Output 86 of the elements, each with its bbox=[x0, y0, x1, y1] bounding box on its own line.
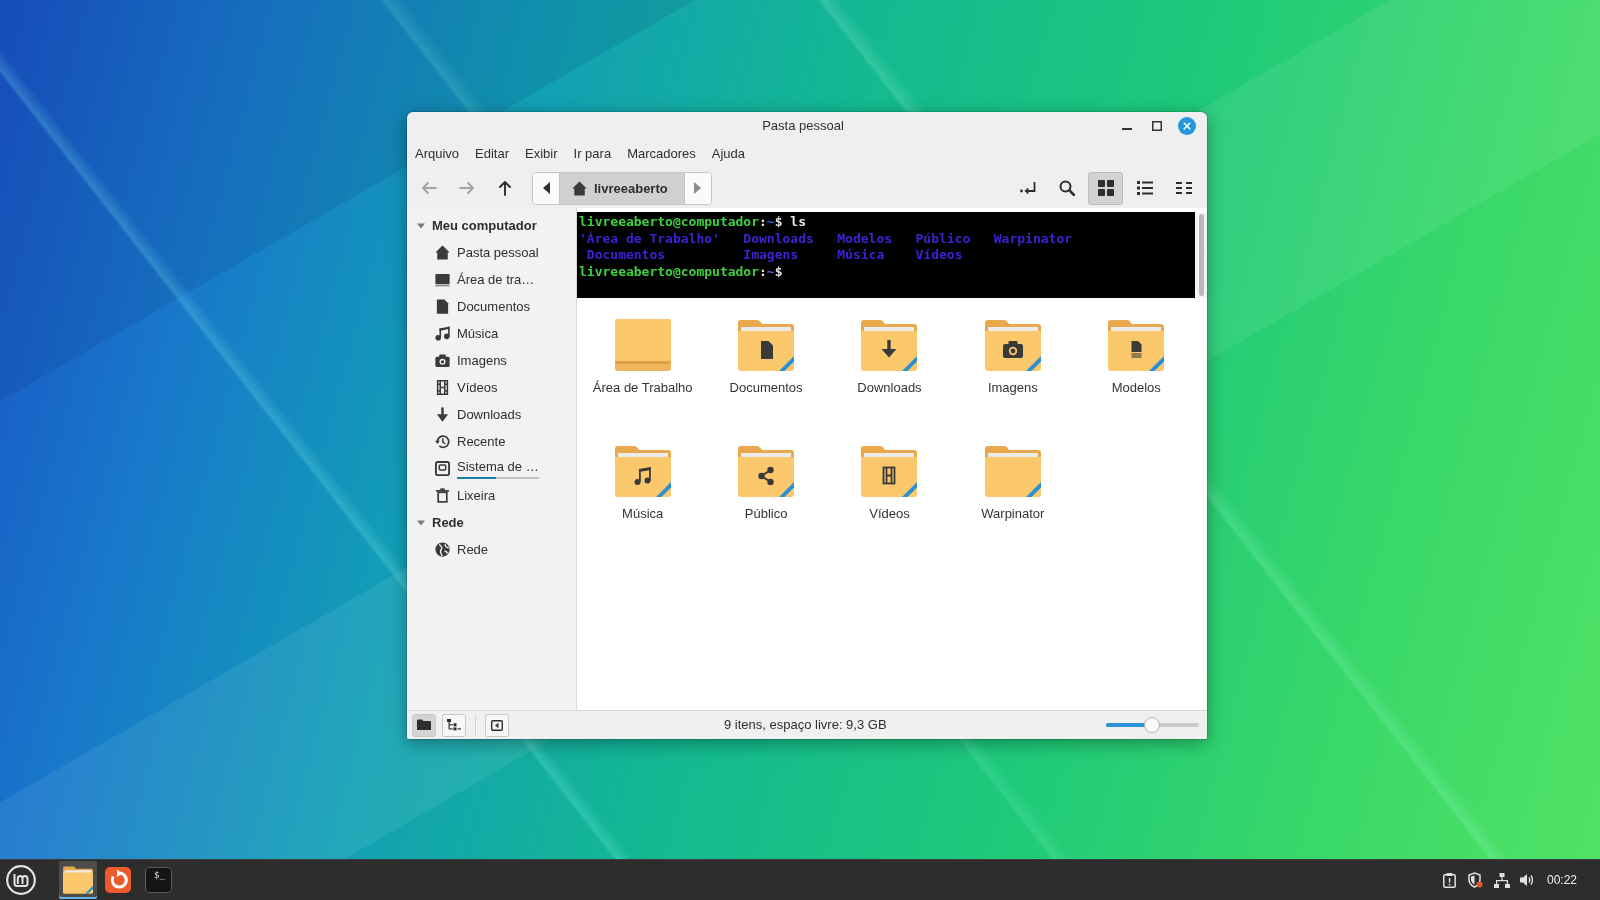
clipboard-icon bbox=[1443, 872, 1457, 888]
close-icon bbox=[1183, 122, 1191, 130]
close-button[interactable] bbox=[1178, 117, 1196, 135]
drive-icon bbox=[435, 461, 450, 476]
folder-item[interactable]: Imagens bbox=[953, 310, 1072, 396]
document-icon bbox=[435, 299, 450, 314]
folder-item[interactable]: Downloads bbox=[830, 310, 949, 396]
terminal-entry: Modelos bbox=[837, 230, 893, 247]
folder-icon bbox=[984, 445, 1041, 497]
minimize-icon bbox=[1122, 128, 1132, 130]
path-segment[interactable]: livreeaberto bbox=[559, 172, 685, 204]
terminal-entry: Música bbox=[837, 247, 885, 264]
caret-right-icon bbox=[694, 182, 702, 194]
menu-item[interactable]: Ir para bbox=[565, 142, 620, 166]
terminal-prompt: livreeaberto@computador:~$ ls bbox=[579, 214, 806, 231]
menu-item[interactable]: Editar bbox=[467, 142, 518, 166]
terminal-entry: Downloads bbox=[743, 230, 814, 247]
history-icon bbox=[435, 434, 450, 449]
panel-icon bbox=[490, 719, 503, 731]
folder-item[interactable]: Warpinator bbox=[953, 436, 1072, 522]
film-icon bbox=[435, 380, 450, 395]
share-folder-icon bbox=[738, 445, 795, 497]
arrow-right-icon bbox=[459, 180, 475, 196]
music-folder-icon bbox=[614, 445, 671, 497]
icon-view-button[interactable] bbox=[1088, 171, 1123, 205]
folder-icon bbox=[416, 719, 431, 731]
return-arrow-icon bbox=[1019, 181, 1036, 195]
volume-icon bbox=[1520, 873, 1536, 887]
caret-left-icon bbox=[542, 182, 550, 194]
monitor-icon bbox=[435, 272, 450, 287]
compact-list-icon bbox=[1175, 180, 1192, 196]
menu-item[interactable]: Marcadores bbox=[619, 142, 704, 166]
document-folder-icon bbox=[738, 319, 795, 371]
tree-button[interactable] bbox=[441, 713, 466, 737]
clock[interactable]: 00:22 bbox=[1540, 873, 1583, 887]
terminal-entry: Warpinator bbox=[993, 230, 1073, 247]
folder-item[interactable]: Área de Trabalho bbox=[583, 310, 702, 396]
terminal-entry: Documentos bbox=[585, 247, 666, 264]
network-icon bbox=[1493, 872, 1510, 888]
globe-icon bbox=[435, 542, 450, 557]
sidebar-toggle-button[interactable] bbox=[484, 713, 509, 737]
home-icon bbox=[572, 180, 587, 196]
terminal-prompt: livreeaberto@computador:~$ bbox=[579, 263, 783, 280]
arrow-down-icon bbox=[435, 407, 450, 422]
music-note-icon bbox=[435, 326, 450, 341]
arrow-left-icon bbox=[421, 180, 437, 196]
folder-item[interactable]: Música bbox=[583, 436, 702, 522]
grid-icon bbox=[1097, 180, 1114, 196]
menu-item[interactable]: Ajuda bbox=[703, 142, 754, 166]
shield-icon bbox=[1468, 872, 1484, 888]
trash-icon bbox=[435, 488, 450, 503]
tree-icon bbox=[446, 719, 461, 731]
film-folder-icon bbox=[861, 445, 918, 497]
camera-icon bbox=[435, 353, 450, 368]
desktop-folder-icon bbox=[614, 319, 671, 371]
terminal-icon: $_ bbox=[144, 867, 172, 893]
list-icon bbox=[1136, 180, 1153, 196]
terminal-entry: Vídeos bbox=[915, 247, 963, 264]
search-icon bbox=[1058, 180, 1075, 196]
taskbar-button[interactable]: $_ bbox=[139, 861, 177, 899]
sidebar-label: Sistema de … bbox=[457, 458, 539, 474]
home-icon bbox=[435, 245, 450, 260]
folder-item[interactable]: Público bbox=[707, 436, 826, 522]
taskbar-button[interactable] bbox=[59, 861, 97, 899]
maximize-icon bbox=[1152, 121, 1162, 131]
terminal-entry: Imagens bbox=[743, 247, 799, 264]
status-text: 9 itens, espaço livre: 9,3 GB bbox=[724, 717, 887, 733]
download-folder-icon bbox=[861, 319, 918, 371]
folder-item[interactable]: Vídeos bbox=[830, 436, 949, 522]
folder-item[interactable]: Modelos bbox=[1077, 310, 1196, 396]
terminal-entry: 'Área de Trabalho' bbox=[579, 230, 720, 247]
places-button[interactable] bbox=[411, 713, 436, 737]
logo-icon bbox=[6, 865, 36, 895]
menu-item[interactable]: Arquivo bbox=[407, 142, 468, 166]
section-header[interactable]: Rede bbox=[407, 509, 576, 536]
menu-item[interactable]: Exibir bbox=[517, 142, 566, 166]
arrow-up-icon bbox=[497, 180, 513, 196]
folder-item[interactable]: Documentos bbox=[707, 310, 826, 396]
terminal-entry: Público bbox=[915, 230, 971, 247]
template-folder-icon bbox=[1108, 319, 1165, 371]
window-title: Pasta pessoal bbox=[762, 118, 844, 134]
camera-folder-icon bbox=[984, 319, 1041, 371]
section-header[interactable]: Meu computador bbox=[407, 212, 576, 239]
folder-icon bbox=[63, 866, 93, 894]
slider-thumb[interactable] bbox=[1143, 717, 1160, 733]
scrollbar[interactable] bbox=[1198, 214, 1204, 296]
